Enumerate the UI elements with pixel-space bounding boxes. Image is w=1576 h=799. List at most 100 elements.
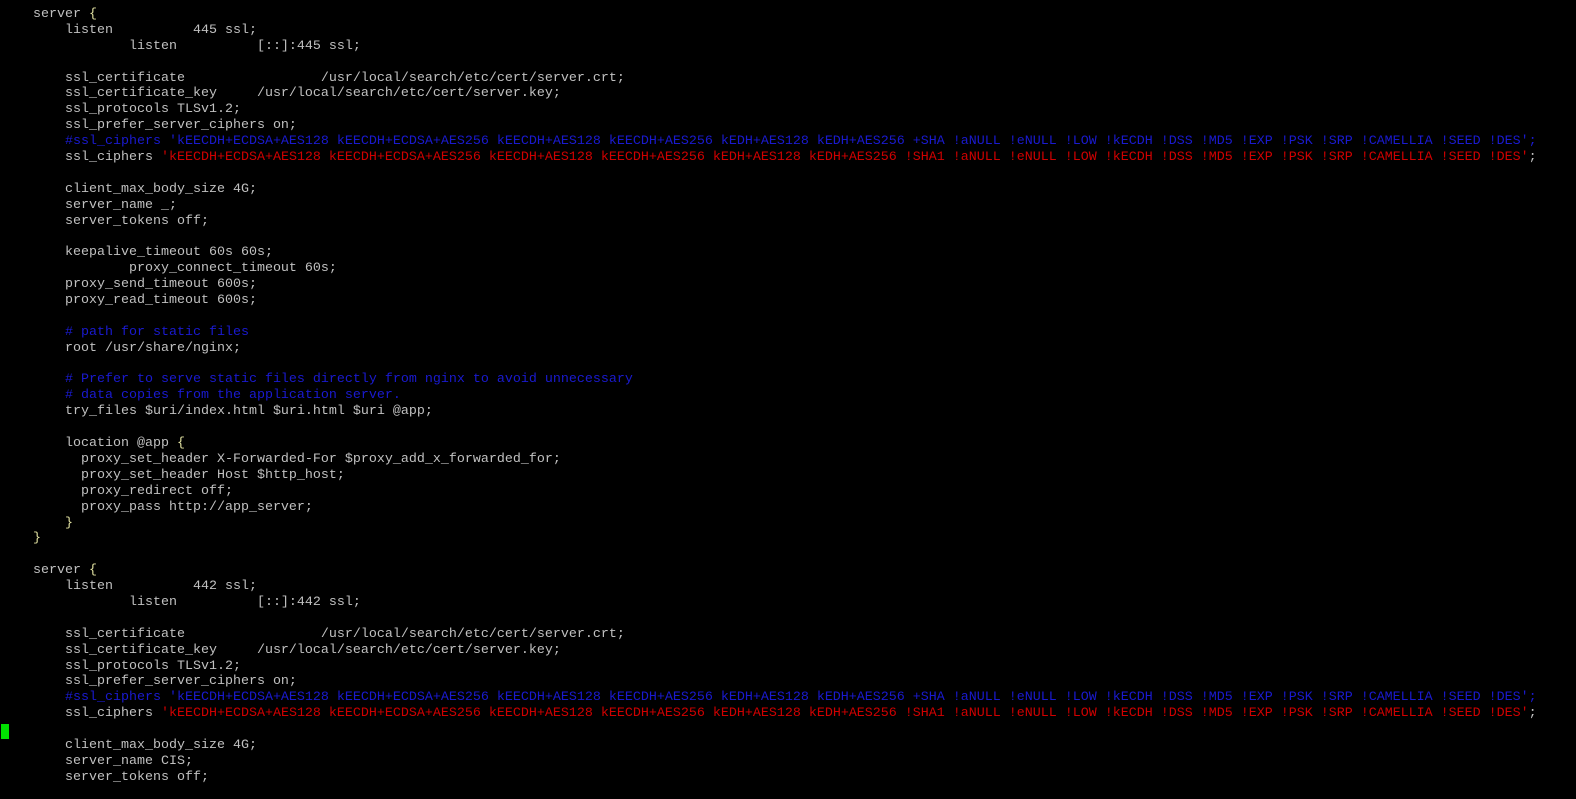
terminal-line: # data copies from the application serve… (1, 388, 1537, 404)
terminal-line: } (1, 516, 1537, 532)
code-text: client_max_body_size 4G; (1, 737, 257, 753)
code-text: { (88, 7, 97, 22)
code-string: 'kEECDH+ECDSA+AES128 kEECDH+ECDSA+AES256… (160, 706, 1529, 722)
code-comment: # data copies from the application serve… (1, 388, 401, 404)
code-text: listen [::]:445 ssl; (1, 38, 361, 54)
code-text: ; (1528, 706, 1537, 722)
code-text: server (1, 563, 89, 579)
terminal-line: server_name _; (1, 198, 1537, 214)
code-text: listen [::]:442 ssl; (1, 594, 361, 610)
terminal-line: listen 442 ssl; (1, 579, 1537, 595)
terminal-line: keepalive_timeout 60s 60s; (1, 245, 1537, 261)
code-text: keepalive_timeout 60s 60s; (1, 245, 273, 261)
code-text: listen 445 ssl; (1, 22, 257, 38)
terminal-line: listen 445 ssl; (1, 23, 1537, 39)
code-text: ssl_prefer_server_ciphers on; (1, 118, 297, 134)
code-text: listen 442 ssl; (1, 579, 257, 595)
code-text: } (65, 515, 73, 531)
terminal-line: ssl_prefer_server_ciphers on; (1, 674, 1537, 690)
terminal-line: proxy_set_header X-Forwarded-For $proxy_… (1, 452, 1537, 468)
code-text: proxy_read_timeout 600s; (1, 293, 257, 309)
terminal-line: proxy_send_timeout 600s; (1, 277, 1537, 293)
code-text: location @app (1, 436, 177, 452)
code-text: ssl_prefer_server_ciphers on; (1, 674, 297, 690)
code-text: proxy_redirect off; (1, 483, 233, 499)
terminal-line: client_max_body_size 4G; (1, 182, 1537, 198)
terminal-line: ssl_certificate_key /usr/local/search/et… (1, 86, 1537, 102)
terminal-line: listen [::]:442 ssl; (1, 595, 1537, 611)
code-text: try_files $uri/index.html $uri.html $uri… (1, 404, 433, 420)
terminal-line: proxy_read_timeout 600s; (1, 293, 1537, 309)
terminal-line: root /usr/share/nginx; (1, 341, 1537, 357)
terminal-line: #ssl_ciphers 'kEECDH+ECDSA+AES128 kEECDH… (1, 134, 1537, 150)
terminal-line: #ssl_ciphers 'kEECDH+ECDSA+AES128 kEECDH… (1, 690, 1537, 706)
code-text: ssl_ciphers (1, 706, 161, 722)
code-text: server_tokens off; (1, 213, 209, 229)
terminal-line: ssl_protocols TLSv1.2; (1, 659, 1537, 675)
code-text: proxy_pass http://app_server; (1, 499, 313, 515)
terminal-line: ssl_certificate_key /usr/local/search/et… (1, 643, 1537, 659)
code-text: proxy_set_header Host $http_host; (1, 467, 345, 483)
terminal-text-area[interactable]: server { listen 445 ssl; listen [::]:445… (1, 7, 1537, 786)
terminal-line: ssl_certificate /usr/local/search/etc/ce… (1, 71, 1537, 87)
code-text: proxy_set_header X-Forwarded-For $proxy_… (1, 451, 561, 467)
code-text: ; (1528, 150, 1537, 166)
terminal-line: proxy_redirect off; (1, 484, 1537, 500)
terminal-line: server { (1, 7, 1537, 23)
code-comment: # Prefer to serve static files directly … (1, 372, 633, 388)
code-comment: #ssl_ciphers 'kEECDH+ECDSA+AES128 kEECDH… (1, 690, 1537, 706)
code-text: client_max_body_size 4G; (1, 181, 257, 197)
terminal-cursor (1, 724, 9, 739)
code-text: ssl_certificate /usr/local/search/etc/ce… (1, 70, 625, 86)
terminal-line: server_tokens off; (1, 214, 1537, 230)
terminal-line: proxy_connect_timeout 60s; (1, 261, 1537, 277)
code-text: { (176, 436, 185, 452)
terminal-line: server_name CIS; (1, 754, 1537, 770)
code-text: ssl_certificate /usr/local/search/etc/ce… (1, 626, 625, 642)
code-text: } (33, 531, 41, 547)
terminal-line: ssl_ciphers 'kEECDH+ECDSA+AES128 kEECDH+… (1, 150, 1537, 166)
code-comment: # path for static files (1, 324, 249, 340)
code-text: ssl_certificate_key /usr/local/search/et… (1, 86, 561, 102)
code-text: server (1, 7, 89, 22)
code-text: proxy_send_timeout 600s; (1, 277, 257, 293)
terminal-line: server { (1, 563, 1537, 579)
code-text: server_name CIS; (1, 753, 193, 769)
code-text: server_name _; (1, 197, 177, 213)
terminal-line: location @app { (1, 436, 1537, 452)
terminal-line: proxy_pass http://app_server; (1, 500, 1537, 516)
terminal-line: ssl_protocols TLSv1.2; (1, 102, 1537, 118)
terminal-line: # Prefer to serve static files directly … (1, 372, 1537, 388)
code-text: ssl_ciphers (1, 150, 161, 166)
code-text: { (88, 563, 97, 579)
terminal-line: } (1, 531, 1537, 547)
terminal-line: server_tokens off; (1, 770, 1537, 786)
terminal-line: client_max_body_size 4G; (1, 738, 1537, 754)
code-text: server_tokens off; (1, 769, 209, 785)
terminal-line: proxy_set_header Host $http_host; (1, 468, 1537, 484)
code-text: ssl_certificate_key /usr/local/search/et… (1, 642, 561, 658)
terminal-line: # path for static files (1, 325, 1537, 341)
code-text: proxy_connect_timeout 60s; (1, 261, 337, 277)
code-string: 'kEECDH+ECDSA+AES128 kEECDH+ECDSA+AES256… (160, 150, 1529, 166)
terminal-line: ssl_ciphers 'kEECDH+ECDSA+AES128 kEECDH+… (1, 706, 1537, 722)
code-text: ssl_protocols TLSv1.2; (1, 102, 241, 118)
terminal-line: try_files $uri/index.html $uri.html $uri… (1, 404, 1537, 420)
code-comment: #ssl_ciphers 'kEECDH+ECDSA+AES128 kEECDH… (1, 134, 1537, 150)
terminal-line: ssl_certificate /usr/local/search/etc/ce… (1, 627, 1537, 643)
terminal-line: listen [::]:445 ssl; (1, 39, 1537, 55)
code-text: ssl_protocols TLSv1.2; (1, 658, 241, 674)
code-text: root /usr/share/nginx; (1, 340, 241, 356)
terminal-line: ssl_prefer_server_ciphers on; (1, 118, 1537, 134)
